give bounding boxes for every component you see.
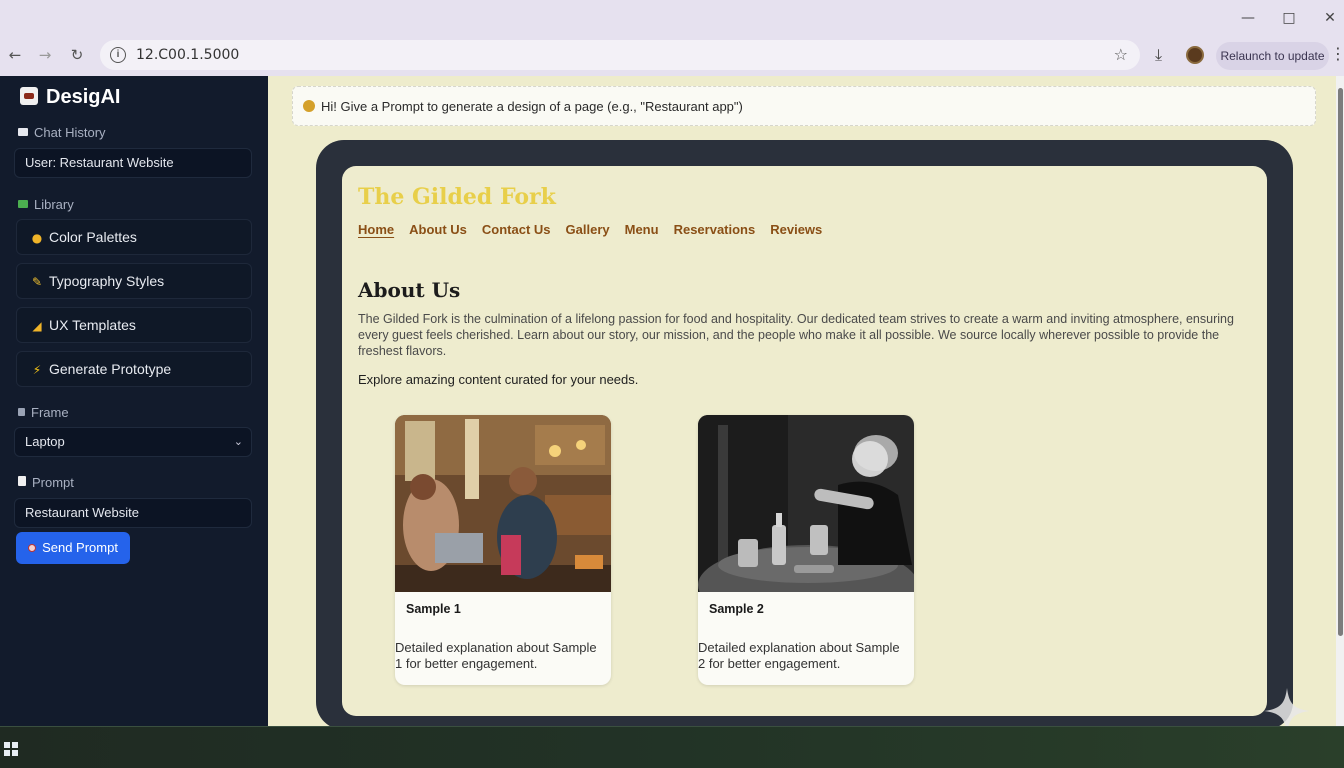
site-nav-home[interactable]: Home bbox=[358, 222, 394, 237]
scrollbar-thumb[interactable] bbox=[1338, 88, 1343, 636]
library-typography-styles-button[interactable]: ✎ Typography Styles bbox=[16, 263, 252, 299]
library-ux-templates-button[interactable]: ◢ UX Templates bbox=[16, 307, 252, 343]
pencil-icon: ✎ bbox=[31, 275, 43, 289]
site-nav-about[interactable]: About Us bbox=[409, 222, 467, 237]
address-bar[interactable]: i 12.C00.1.5000 ☆ bbox=[100, 40, 1140, 70]
browser-menu-icon[interactable]: ⋮ bbox=[1330, 44, 1344, 63]
chat-history-label: Chat History bbox=[18, 125, 106, 140]
about-paragraph: The Gilded Fork is the culmination of a … bbox=[358, 312, 1234, 358]
forward-icon[interactable]: → bbox=[34, 44, 56, 66]
card-description: Detailed explanation about Sample 2 for … bbox=[698, 640, 900, 671]
prompt-label: Prompt bbox=[18, 475, 74, 490]
card-title: Sample 1 bbox=[406, 602, 461, 616]
site-nav-reviews[interactable]: Reviews bbox=[770, 222, 822, 237]
site-nav-gallery[interactable]: Gallery bbox=[566, 222, 610, 237]
relaunch-button[interactable]: Relaunch to update bbox=[1216, 42, 1329, 70]
frame-label: Frame bbox=[18, 405, 69, 420]
site-info-icon[interactable]: i bbox=[110, 47, 126, 63]
about-heading: About Us bbox=[358, 278, 461, 302]
sidebar: DesigAI Chat History User: Restaurant We… bbox=[0, 76, 268, 726]
site-nav-reservations[interactable]: Reservations bbox=[674, 222, 756, 237]
browser-titlebar: — □ ✕ bbox=[0, 0, 1344, 36]
sample-card[interactable]: Sample 2 Detailed explanation about Samp… bbox=[698, 415, 914, 685]
frame-select[interactable]: Laptop ⌄ bbox=[14, 427, 252, 457]
document-icon bbox=[18, 476, 26, 486]
send-prompt-button[interactable]: Send Prompt bbox=[16, 532, 130, 564]
close-window-icon[interactable]: ✕ bbox=[1318, 6, 1342, 30]
wave-hand-icon bbox=[303, 100, 315, 112]
site-nav-menu[interactable]: Menu bbox=[625, 222, 659, 237]
palette-icon: ● bbox=[31, 231, 43, 245]
brand-name: DesigAI bbox=[46, 86, 121, 108]
minimize-icon[interactable]: — bbox=[1236, 6, 1260, 30]
site-title: The Gilded Fork bbox=[358, 184, 556, 210]
windows-start-icon[interactable] bbox=[4, 742, 18, 756]
explore-text: Explore amazing content curated for your… bbox=[358, 372, 639, 387]
maximize-icon[interactable]: □ bbox=[1277, 6, 1301, 30]
brand-logo-icon bbox=[20, 87, 38, 105]
prompt-hint-banner: Hi! Give a Prompt to generate a design o… bbox=[292, 86, 1316, 126]
chat-icon bbox=[18, 128, 28, 136]
chat-history-item[interactable]: User: Restaurant Website bbox=[14, 148, 252, 178]
library-label: Library bbox=[18, 197, 74, 212]
download-icon[interactable]: ⤓ bbox=[1155, 45, 1162, 65]
site-nav-contact[interactable]: Contact Us bbox=[482, 222, 551, 237]
card-description: Detailed explanation about Sample 1 for … bbox=[395, 640, 597, 671]
os-taskbar bbox=[0, 726, 1344, 768]
reload-icon[interactable]: ↻ bbox=[66, 44, 88, 66]
prompt-input[interactable]: Restaurant Website bbox=[14, 498, 252, 528]
sample-card[interactable]: Sample 1 Detailed explanation about Samp… bbox=[395, 415, 611, 685]
library-color-palettes-button[interactable]: ● Color Palettes bbox=[16, 219, 252, 255]
bw-portrait-photo bbox=[698, 415, 914, 592]
restaurant-photo bbox=[395, 415, 611, 592]
design-preview: The Gilded Fork Home About Us Contact Us… bbox=[342, 166, 1267, 716]
site-nav: Home About Us Contact Us Gallery Menu Re… bbox=[358, 222, 822, 237]
browser-toolbar: ← → ↻ i 12.C00.1.5000 ☆ ⤓ bbox=[0, 36, 1344, 76]
bookmark-star-icon[interactable]: ☆ bbox=[1114, 45, 1128, 64]
back-icon[interactable]: ← bbox=[4, 44, 26, 66]
books-icon bbox=[18, 200, 28, 208]
library-generate-prototype-button[interactable]: ⚡ Generate Prototype bbox=[16, 351, 252, 387]
lightning-icon: ⚡ bbox=[32, 363, 42, 377]
frame-icon bbox=[18, 408, 25, 416]
rocket-icon bbox=[28, 544, 37, 552]
ruler-icon: ◢ bbox=[32, 319, 42, 333]
profile-avatar[interactable] bbox=[1186, 46, 1204, 64]
url-text[interactable]: 12.C00.1.5000 bbox=[136, 47, 239, 63]
brand: DesigAI bbox=[20, 86, 120, 109]
chevron-down-icon: ⌄ bbox=[233, 435, 243, 448]
card-title: Sample 2 bbox=[709, 602, 764, 616]
